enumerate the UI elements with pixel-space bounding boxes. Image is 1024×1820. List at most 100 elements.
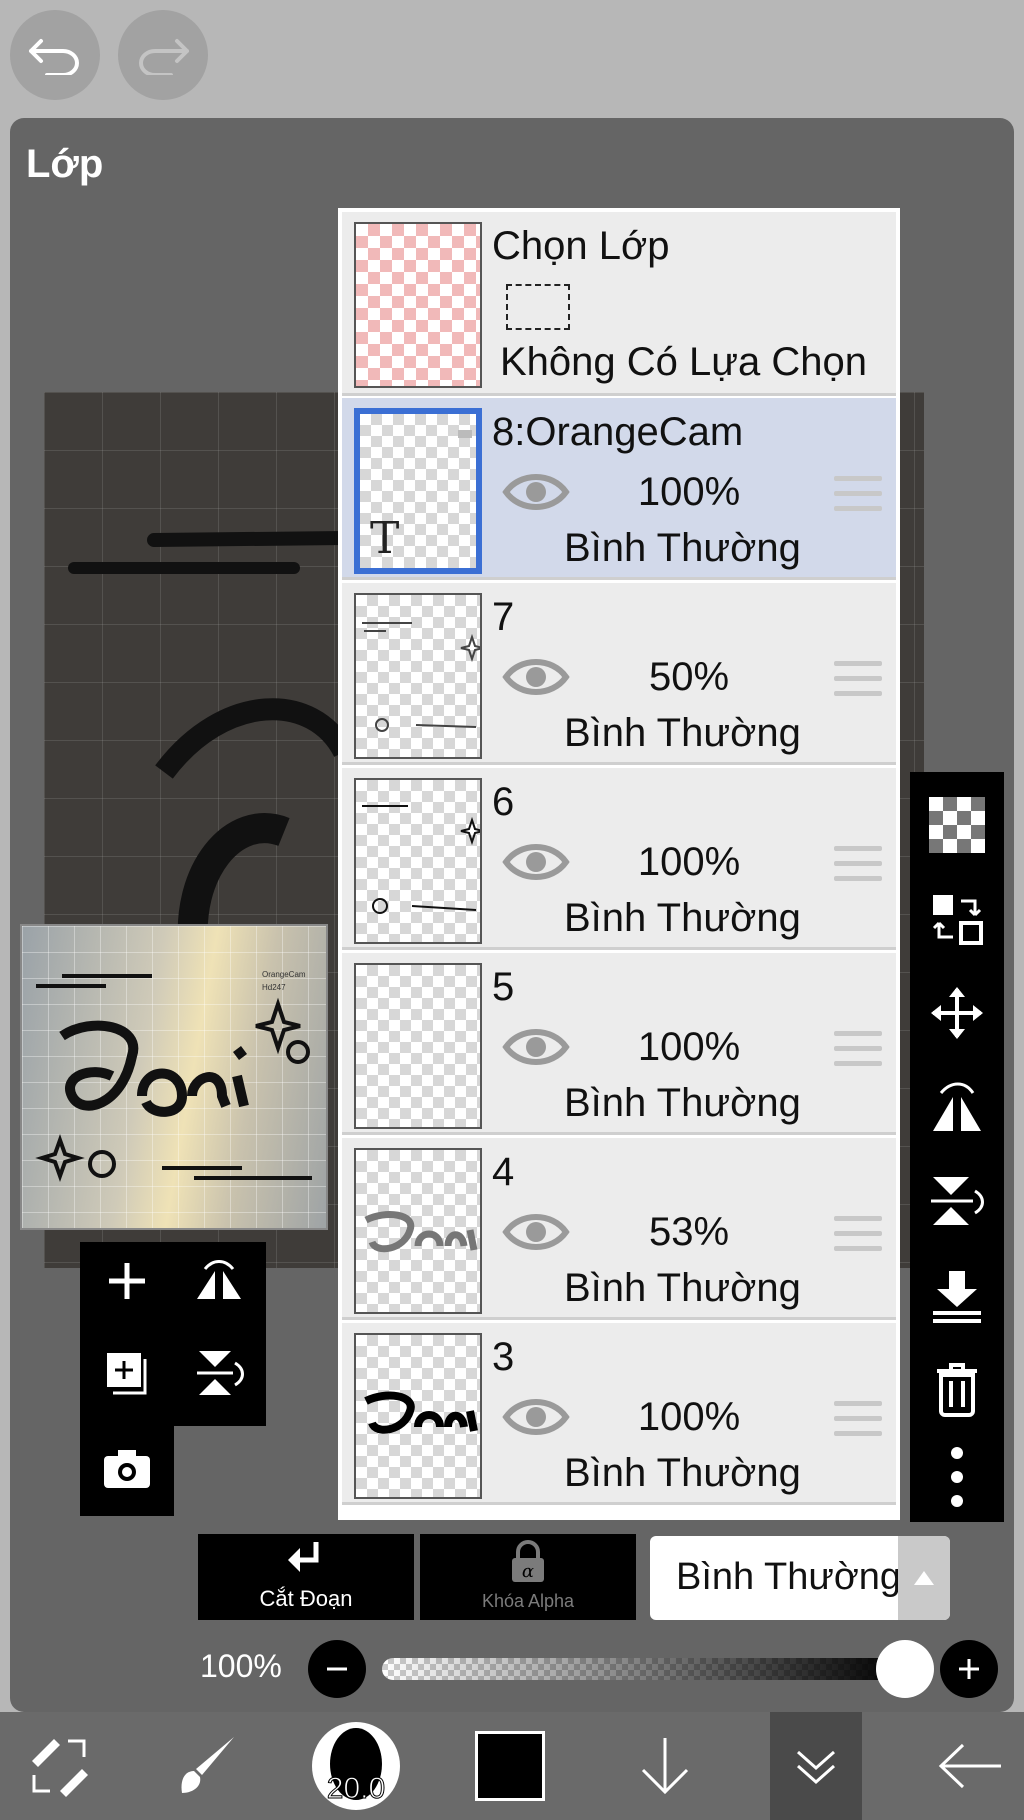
layer-row-3[interactable]: 3 100% Bình Thường [342,1323,896,1505]
layer-thumbnail [354,778,482,944]
camera-icon [104,1450,150,1488]
triangle-up-icon [914,1571,934,1585]
drag-handle-icon[interactable] [834,846,882,891]
clipping-button[interactable]: Cắt Đoạn [198,1534,414,1620]
layer-tools-top [80,1242,266,1426]
move-button[interactable] [914,970,1000,1056]
opacity-increase-button[interactable] [940,1640,998,1698]
blend-mode-value: Bình Thường [676,1556,902,1598]
layers-list[interactable]: Chọn Lớp Không Có Lựa Chọn T 8:OrangeCam… [338,208,900,1520]
opacity-decrease-button[interactable] [308,1640,366,1698]
camera-button[interactable] [92,1434,162,1504]
back-button[interactable] [920,1712,1020,1820]
layer-opacity: 100% [637,1395,741,1439]
layer-blend-mode: Bình Thường [564,711,801,755]
brush-icon [181,1737,234,1793]
checker-icon [929,797,985,853]
visibility-button[interactable] [502,1395,570,1444]
layer-actions-toolbar [910,772,1004,1522]
arrow-left-icon [938,1743,1001,1789]
layer-row-4[interactable]: 4 53% Bình Thường [342,1138,896,1320]
canvas-preview[interactable]: OrangeCam Hd247 [20,924,328,1230]
undo-icon [29,39,79,75]
selection-thumbnail [354,222,482,388]
plus-icon [959,1659,979,1679]
layer-opacity: 100% [637,840,741,884]
eye-icon [502,1399,570,1435]
eye-icon [502,844,570,880]
delete-layer-button[interactable] [914,1346,1000,1432]
drag-handle-icon[interactable] [834,1401,882,1446]
drag-handle-icon[interactable] [834,1031,882,1076]
blend-dropdown-button[interactable] [898,1536,950,1620]
layer-row-6[interactable]: 6 100% Bình Thường [342,768,896,950]
drag-handle-icon[interactable] [834,661,882,706]
merge-down-button[interactable] [914,1252,1000,1338]
duplicate-layer-icon [107,1353,147,1395]
eye-icon [502,1214,570,1250]
lock-icon: α [512,1540,544,1582]
layer-name: 7 [492,595,515,639]
layer-thumbnail [354,593,482,759]
more-options-button[interactable] [914,1434,1000,1520]
layer-tools-bottom [80,1424,174,1516]
trash-icon [937,1363,977,1417]
layer-opacity: 100% [637,1025,741,1069]
opacity-slider[interactable] [382,1658,902,1680]
layer-thumbnail [354,1148,482,1314]
layer-thumbnail [354,1333,482,1499]
flip-horizontal-button[interactable] [184,1246,254,1316]
flip-horizontal-button[interactable] [914,1064,1000,1150]
text-layer-icon: T [370,513,400,564]
brush-tool-button[interactable] [162,1712,252,1820]
brush-size-button[interactable]: 20.0 [308,1712,404,1820]
redo-button[interactable] [118,10,208,100]
layer-row-7[interactable]: 7 50% Bình Thường [342,583,896,765]
flip-vertical-button[interactable] [184,1338,254,1408]
visibility-button[interactable] [502,655,570,704]
transparent-fill-button[interactable] [914,782,1000,868]
visibility-button[interactable] [502,840,570,889]
flip-vertical-icon [197,1351,244,1395]
layer-row-5[interactable]: 5 100% Bình Thường [342,953,896,1135]
add-layer-button[interactable] [92,1246,162,1316]
eye-icon [502,1029,570,1065]
visibility-button[interactable] [502,1025,570,1074]
flip-vertical-button[interactable] [914,1158,1000,1244]
transfer-button[interactable] [914,876,1000,962]
minus-icon [327,1667,347,1671]
layer-row-8[interactable]: T 8:OrangeCam 100% Bình Thường [342,398,896,580]
move-icon [931,987,983,1039]
layers-panel-button[interactable] [770,1712,862,1820]
visibility-button[interactable] [502,1210,570,1259]
eye-icon [502,474,570,510]
redo-icon [139,39,189,75]
clipping-label: Cắt Đoạn [259,1586,353,1611]
eye-icon [502,659,570,695]
blend-mode-select[interactable]: Bình Thường [650,1536,950,1620]
marquee-icon [506,284,570,330]
drag-handle-icon[interactable] [834,1216,882,1261]
flip-horizontal-icon [197,1260,241,1299]
selection-status: Không Có Lựa Chọn [500,340,868,384]
merge-down-icon [933,1271,981,1323]
add-layer-icon [109,1263,145,1299]
undo-button[interactable] [10,10,100,100]
duplicate-layer-button[interactable] [92,1338,162,1408]
selection-layer-row[interactable]: Chọn Lớp Không Có Lựa Chọn [342,212,896,396]
color-swatch [475,1731,545,1801]
arrow-down-icon [641,1738,689,1795]
brush-size-value: 20.0 [326,1772,386,1806]
drag-handle-icon[interactable] [834,476,882,521]
color-button[interactable] [470,1712,550,1820]
clip-arrow-icon [288,1542,319,1572]
transfer-icon [932,895,983,945]
opacity-slider-thumb[interactable] [876,1640,934,1698]
layer-blend-mode: Bình Thường [564,1266,801,1310]
visibility-button[interactable] [502,470,570,519]
layer-opacity: 100% [637,470,741,514]
alpha-lock-button[interactable]: α Khóa Alpha [420,1534,636,1620]
tool-switch-button[interactable] [14,1712,104,1820]
layer-down-button[interactable] [620,1712,710,1820]
layer-blend-mode: Bình Thường [564,1081,801,1125]
